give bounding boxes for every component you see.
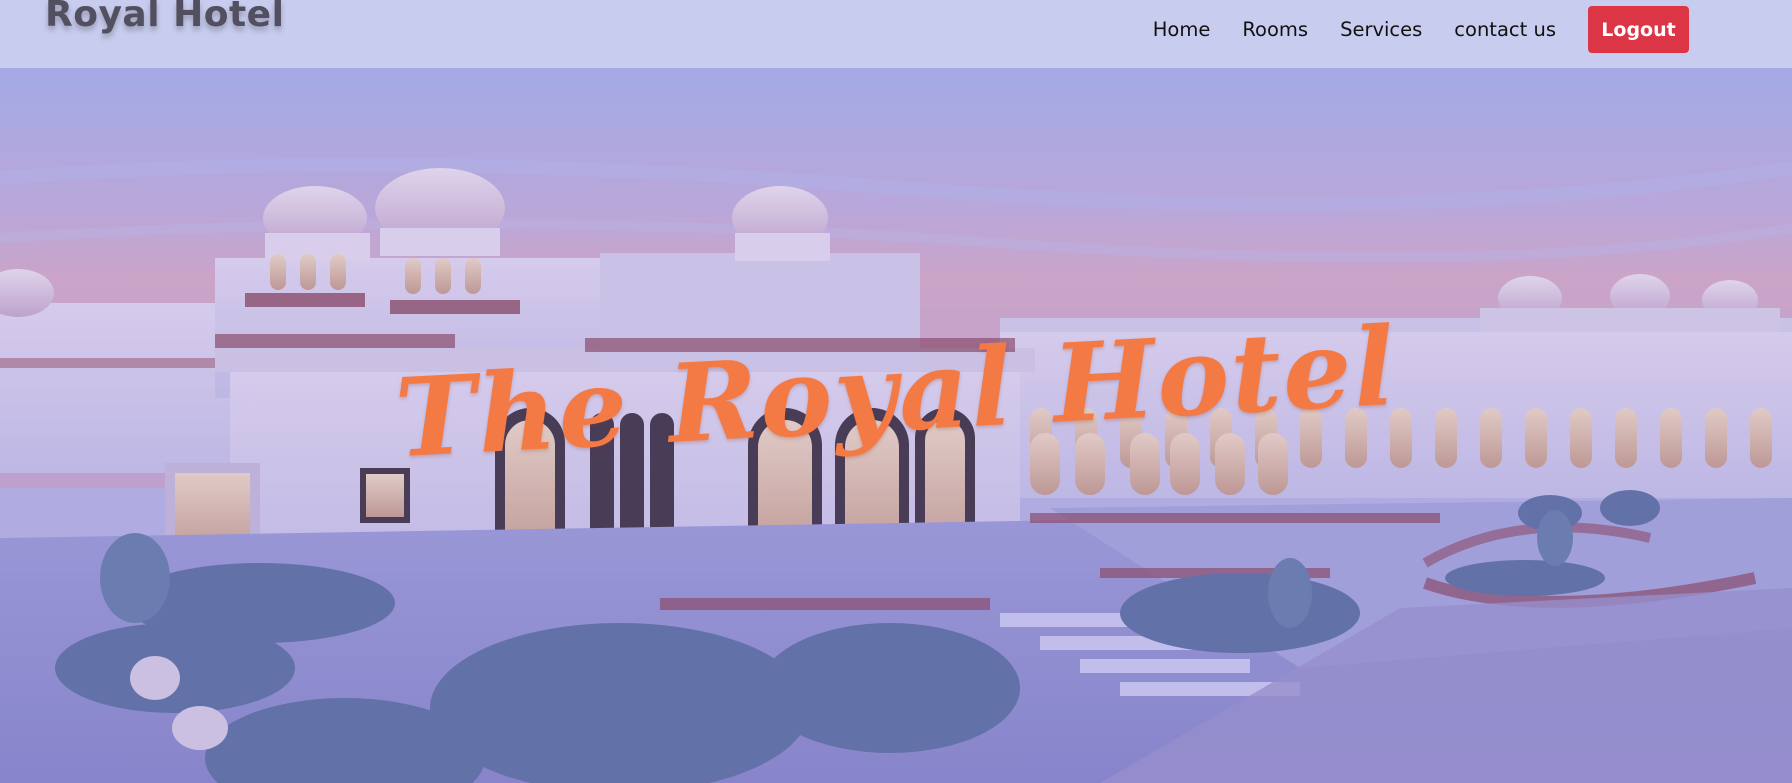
logout-button[interactable]: Logout bbox=[1588, 6, 1689, 53]
brand-logo[interactable]: Royal Hotel bbox=[45, 0, 284, 35]
nav-contact-link[interactable]: contact us bbox=[1454, 18, 1556, 41]
navbar: Royal Hotel Home Rooms Services contact … bbox=[0, 0, 1792, 68]
nav-home-link[interactable]: Home bbox=[1153, 18, 1211, 41]
page: Royal Hotel Home Rooms Services contact … bbox=[0, 0, 1792, 783]
nav-links: Home Rooms Services contact us Logout bbox=[1153, 6, 1689, 53]
hero-section: The Royal Hotel bbox=[0, 68, 1792, 783]
nav-rooms-link[interactable]: Rooms bbox=[1242, 18, 1308, 41]
nav-services-link[interactable]: Services bbox=[1340, 18, 1422, 41]
